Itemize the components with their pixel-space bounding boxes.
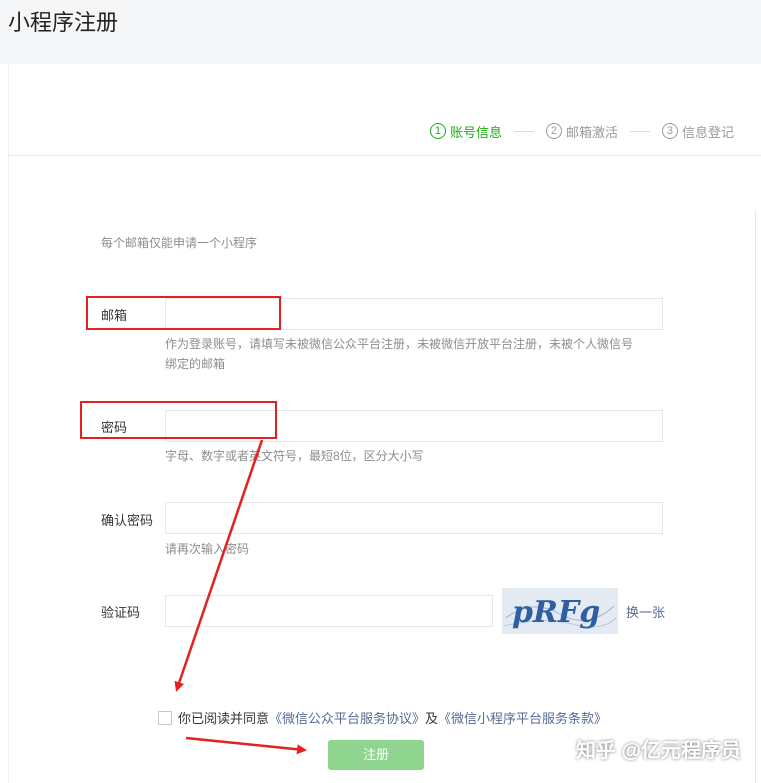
top-bar: 小程序注册	[0, 0, 761, 64]
step-label-info-registration: 信息登记	[681, 124, 734, 140]
captcha-label: 验证码	[101, 605, 141, 620]
step-indicator: 1 账号信息 2 邮箱激活 3 信息登记	[429, 120, 734, 142]
confirm-password-tip: 请再次输入密码	[165, 542, 250, 556]
agreement-row: 你已阅读并同意 《微信公众平台服务协议》 及 《微信小程序平台服务条款》	[158, 708, 607, 727]
email-tip: 作为登录账号，请填写未被微信公众平台注册，未被微信开放平台注册，未被个人微信号 …	[165, 334, 633, 374]
miniprogram-terms-link[interactable]: 《微信小程序平台服务条款》	[438, 708, 607, 727]
step-info-registration: 3 信息登记	[661, 122, 734, 141]
email-tip-line-1: 作为登录账号，请填写未被微信公众平台注册，未被微信开放平台注册，未被个人微信号	[165, 337, 634, 351]
notice-text: 每个邮箱仅能申请一个小程序	[101, 236, 258, 250]
agreement-prefix: 你已阅读并同意	[178, 711, 270, 726]
step-separator	[629, 130, 650, 132]
step-number-1: 1	[429, 123, 446, 139]
captcha-text: pRFg	[512, 595, 600, 630]
captcha-input[interactable]	[165, 595, 493, 627]
refresh-captcha-link[interactable]: 换一张	[626, 602, 665, 621]
form-area-border	[755, 210, 756, 783]
step-email-activation: 2 邮箱激活	[545, 122, 618, 141]
captcha-image[interactable]: pRFg	[502, 588, 618, 634]
agreement-middle: 及	[425, 711, 439, 726]
page-title: 小程序注册	[8, 10, 119, 35]
step-separator	[513, 130, 534, 132]
steps-divider	[8, 155, 761, 156]
captcha-graphic: pRFg	[502, 588, 618, 634]
step-account-info: 1 账号信息	[429, 122, 502, 141]
service-agreement-link[interactable]: 《微信公众平台服务协议》	[269, 708, 425, 727]
password-highlight-box	[80, 401, 277, 439]
step-number-3: 3	[661, 123, 678, 139]
email-tip-line-2: 绑定的邮箱	[165, 357, 226, 371]
email-highlight-box	[86, 296, 281, 330]
watermark: 知乎 @亿元程序员	[575, 740, 741, 762]
agreement-checkbox[interactable]	[158, 710, 172, 725]
register-button[interactable]: 注册	[328, 740, 424, 770]
step-number-2: 2	[545, 123, 562, 139]
confirm-password-label: 确认密码	[101, 513, 154, 528]
confirm-password-input[interactable]	[165, 502, 663, 534]
step-label-email-activation: 邮箱激活	[565, 124, 618, 140]
step-label-account-info: 账号信息	[449, 124, 502, 140]
password-tip: 字母、数字或者英文符号，最短8位，区分大小写	[165, 449, 424, 463]
